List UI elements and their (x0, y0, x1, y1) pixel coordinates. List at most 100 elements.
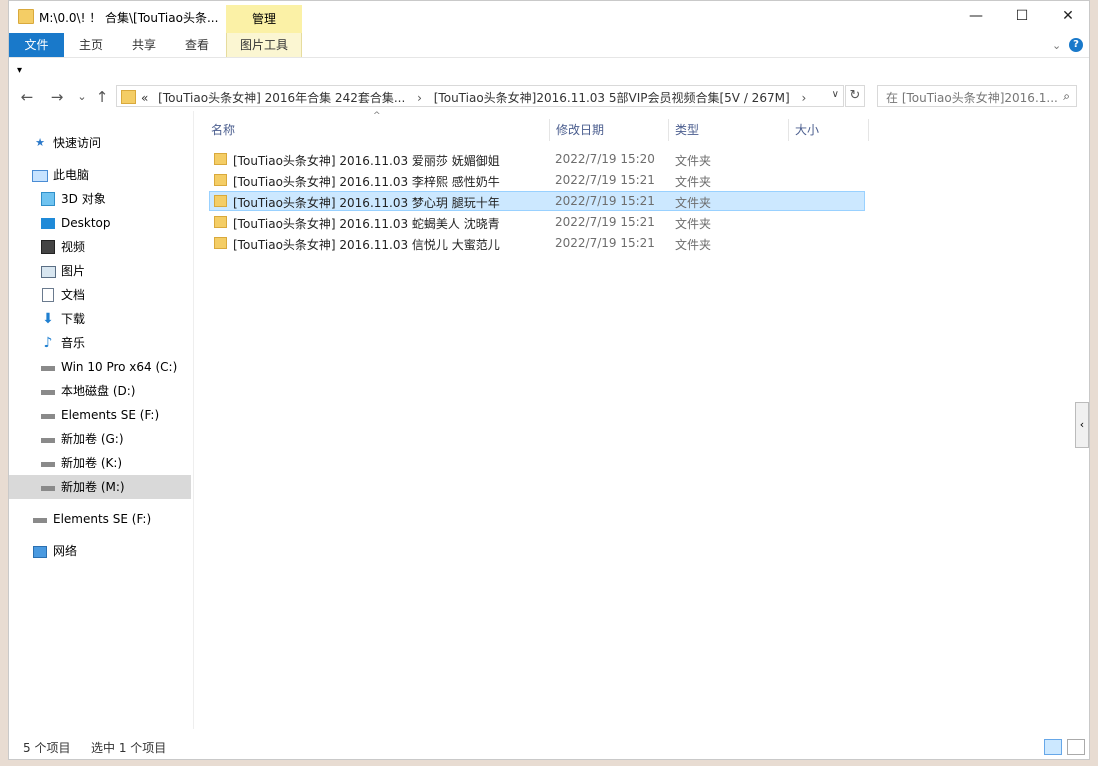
drive-icon (41, 438, 55, 443)
folder-icon (214, 195, 227, 207)
cube-icon (41, 192, 55, 206)
file-name: [TouTiao头条女神] 2016.11.03 信悦儿 大蜜范儿 (233, 238, 500, 252)
sidebar-item-documents[interactable]: 文档 (9, 283, 191, 307)
sidebar-item-label: 文档 (61, 288, 86, 302)
sidebar-item-drive-c[interactable]: Win 10 Pro x64 (C:) (9, 355, 191, 379)
drive-icon (41, 486, 55, 491)
explorer-window: M:\0.0\! ！ 合集\[TouTiao头条... 管理 — ☐ ✕ 文件 … (8, 0, 1090, 760)
forward-arrow-icon[interactable]: → (47, 87, 67, 107)
sidebar-item-this-pc[interactable]: 此电脑 (9, 163, 191, 187)
sidebar-item-label: Win 10 Pro x64 (C:) (61, 360, 178, 374)
item-count: 5 个项目 (23, 741, 71, 755)
recent-locations-icon[interactable]: ⌄ (72, 87, 92, 107)
column-header-date[interactable]: 修改日期 (550, 119, 669, 141)
file-date: 2022/7/19 15:21 (555, 194, 655, 208)
breadcrumb: « [TouTiao头条女神] 2016年合集 242套合集... › [Tou… (141, 89, 814, 106)
chevron-down-icon[interactable]: ∨ (832, 89, 839, 100)
folder-icon (121, 90, 136, 104)
network-icon (33, 546, 47, 558)
sidebar-item-downloads[interactable]: ⬇ 下载 (9, 307, 191, 331)
file-name: [TouTiao头条女神] 2016.11.03 爱丽莎 妩媚御姐 (233, 154, 500, 168)
sidebar-item-drive-k[interactable]: 新加卷 (K:) (9, 451, 191, 475)
download-icon: ⬇ (42, 311, 54, 327)
folder-icon (214, 216, 227, 228)
maximize-button[interactable]: ☐ (999, 1, 1045, 31)
file-name: [TouTiao头条女神] 2016.11.03 梦心玥 腿玩十年 (233, 196, 500, 210)
address-bar[interactable]: « [TouTiao头条女神] 2016年合集 242套合集... › [Tou… (116, 85, 844, 107)
tab-share[interactable]: 共享 (123, 33, 165, 57)
chevron-right-icon[interactable]: › (793, 91, 814, 105)
file-date: 2022/7/19 15:21 (555, 173, 655, 187)
refresh-icon[interactable]: ↻ (845, 85, 865, 107)
file-row[interactable]: [TouTiao头条女神] 2016.11.03 蛇蝎美人 沈晓青 2022/7… (209, 212, 865, 232)
breadcrumb-item[interactable]: [TouTiao头条女神] 2016年合集 242套合集... (152, 91, 405, 105)
search-input[interactable]: 在 [TouTiao头条女神]2016.1... ⌕ (877, 85, 1077, 107)
title-bar: M:\0.0\! ！ 合集\[TouTiao头条... 管理 — ☐ ✕ (9, 1, 1089, 33)
sidebar-item-drive-g[interactable]: 新加卷 (G:) (9, 427, 191, 451)
chevron-left-icon[interactable]: ‹ (1075, 402, 1089, 448)
chevron-down-icon[interactable]: ⌄ (1052, 39, 1061, 52)
file-date: 2022/7/19 15:21 (555, 236, 655, 250)
document-icon (42, 288, 54, 302)
navigation-pane: ★ 快速访问 此电脑 3D 对象 Desktop 视频 图片 文档 ⬇ 下载 ♪… (9, 119, 191, 719)
drive-icon (41, 462, 55, 467)
navigation-bar: ← → ⌄ ↑ « [TouTiao头条女神] 2016年合集 242套合集..… (9, 83, 1089, 111)
up-arrow-icon[interactable]: ↑ (92, 87, 112, 107)
sidebar-item-elements-se[interactable]: Elements SE (F:) (9, 507, 191, 531)
status-bar: 5 个项目 选中 1 个项目 (9, 731, 1089, 759)
ribbon-tabs: 文件 主页 共享 查看 图片工具 (9, 33, 1089, 58)
column-header-type[interactable]: 类型 (669, 119, 789, 141)
sidebar-item-drive-d[interactable]: 本地磁盘 (D:) (9, 379, 191, 403)
search-icon[interactable]: ⌕ (1063, 89, 1070, 104)
file-row[interactable]: [TouTiao头条女神] 2016.11.03 李梓熙 感性奶牛 2022/7… (209, 170, 865, 190)
tab-manage[interactable]: 管理 (226, 5, 302, 33)
file-name: [TouTiao头条女神] 2016.11.03 李梓熙 感性奶牛 (233, 175, 500, 189)
drive-icon (33, 518, 47, 523)
pane-divider[interactable] (193, 111, 194, 729)
tab-view[interactable]: 查看 (176, 33, 218, 57)
close-button[interactable]: ✕ (1045, 1, 1089, 31)
column-header-name[interactable]: 名称 (205, 119, 550, 141)
star-icon: ★ (35, 136, 45, 149)
file-name: [TouTiao头条女神] 2016.11.03 蛇蝎美人 沈晓青 (233, 217, 500, 231)
sidebar-item-label: 此电脑 (53, 168, 90, 182)
sidebar-item-desktop[interactable]: Desktop (9, 211, 191, 235)
file-row[interactable]: [TouTiao头条女神] 2016.11.03 爱丽莎 妩媚御姐 2022/7… (209, 149, 865, 169)
system-drive-icon (41, 366, 55, 371)
sidebar-item-pictures[interactable]: 图片 (9, 259, 191, 283)
large-icons-view-icon[interactable] (1067, 739, 1085, 755)
minimize-button[interactable]: — (953, 1, 999, 31)
sidebar-item-music[interactable]: ♪ 音乐 (9, 331, 191, 355)
sidebar-item-drive-m[interactable]: 新加卷 (M:) (9, 475, 191, 499)
column-header-size[interactable]: 大小 (789, 119, 869, 141)
file-row-selected[interactable]: [TouTiao头条女神] 2016.11.03 梦心玥 腿玩十年 2022/7… (209, 191, 865, 211)
help-icon[interactable]: ? (1069, 38, 1083, 52)
file-type: 文件夹 (675, 154, 712, 168)
tab-picture-tools[interactable]: 图片工具 (226, 33, 302, 57)
details-view-icon[interactable] (1044, 739, 1062, 755)
sidebar-item-videos[interactable]: 视频 (9, 235, 191, 259)
sidebar-item-label: 音乐 (61, 336, 86, 350)
folder-icon (214, 237, 227, 249)
sidebar-item-label: 视频 (61, 240, 86, 254)
picture-icon (41, 266, 56, 278)
sidebar-item-quick-access[interactable]: ★ 快速访问 (9, 131, 191, 155)
folder-icon (214, 174, 227, 186)
back-arrow-icon[interactable]: ← (17, 87, 37, 107)
sidebar-item-network[interactable]: 网络 (9, 539, 191, 563)
sidebar-item-3d-objects[interactable]: 3D 对象 (9, 187, 191, 211)
breadcrumb-item[interactable]: [TouTiao头条女神]2016.11.03 5部VIP会员视频合集[5V /… (434, 91, 790, 105)
sidebar-item-drive-f[interactable]: Elements SE (F:) (9, 403, 191, 427)
tab-home[interactable]: 主页 (70, 33, 112, 57)
chevron-right-icon[interactable]: › (409, 91, 430, 105)
search-placeholder: 在 [TouTiao头条女神]2016.1... (886, 91, 1058, 105)
sidebar-item-label: 新加卷 (M:) (61, 480, 125, 494)
desktop-icon (41, 218, 55, 229)
music-icon: ♪ (43, 335, 53, 351)
tab-file[interactable]: 文件 (9, 33, 64, 57)
file-row[interactable]: [TouTiao头条女神] 2016.11.03 信悦儿 大蜜范儿 2022/7… (209, 233, 865, 253)
breadcrumb-overflow[interactable]: « (141, 91, 148, 105)
sidebar-item-label: 网络 (53, 544, 78, 558)
quick-access-toolbar-dropdown[interactable]: ▾ (17, 65, 22, 76)
file-date: 2022/7/19 15:20 (555, 152, 655, 166)
